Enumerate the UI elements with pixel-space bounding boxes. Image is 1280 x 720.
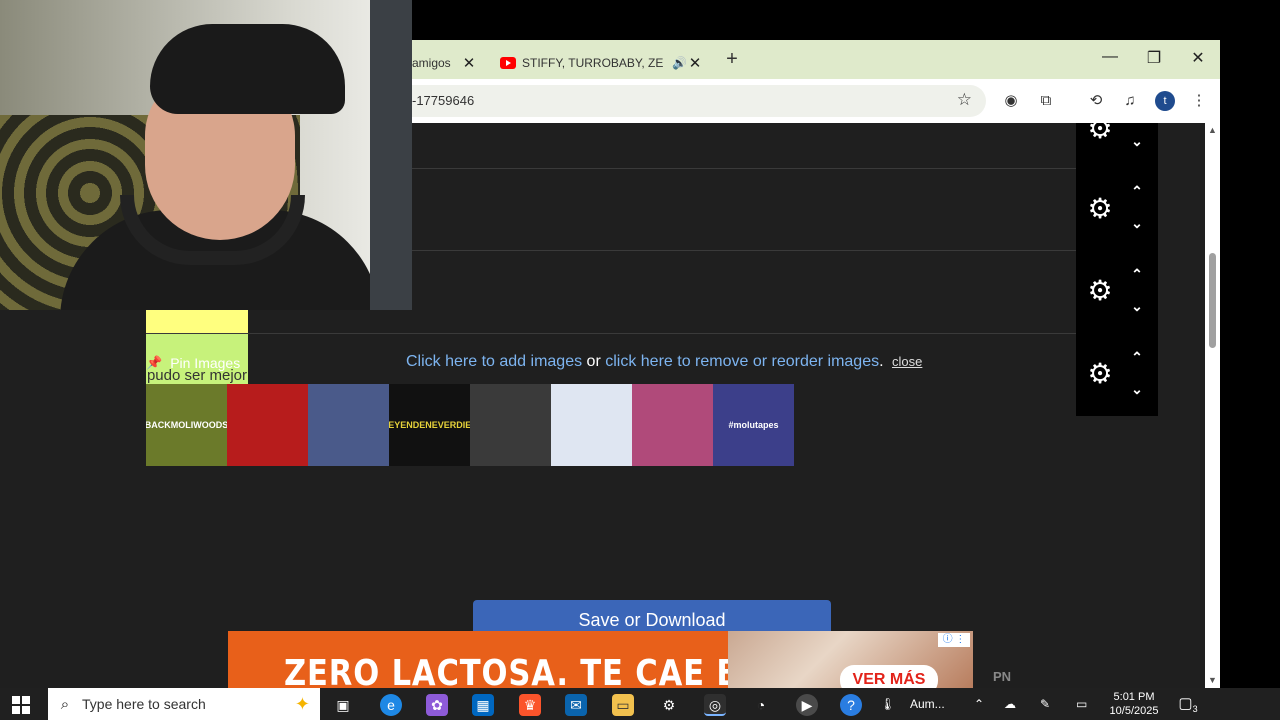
image-tray: BACKMOLIWOODS LEYENDENEVERDIE2 #molutape… — [146, 384, 794, 466]
tab-youtube[interactable]: STIFFY, TURROBABY, ZELL, / 🔊 ✕ — [494, 46, 716, 79]
clock-date: 10/5/2025 — [1109, 705, 1159, 717]
chevron-up-icon[interactable]: ⌃ — [1126, 349, 1148, 365]
ad-banner[interactable]: ZERO LACTOSA. TE CAE BIEN VER MÁS ⓘ ⋮ — [228, 631, 973, 688]
task-view-icon[interactable]: ▣ — [332, 694, 354, 716]
help-icon[interactable]: ? — [840, 694, 862, 716]
scrollbar-thumb[interactable] — [1209, 253, 1216, 348]
audio-playing-icon[interactable]: 🔊 — [672, 56, 687, 70]
page-scrollbar[interactable]: ▲ ▼ — [1205, 123, 1220, 688]
tier-controls: ⚙ ⌄ ⚙ ⌃ ⌄ ⚙ ⌃ ⌄ ⚙ ⌃ ⌄ — [1076, 123, 1158, 416]
chevron-down-icon[interactable]: ⌄ — [1126, 381, 1148, 397]
chevron-up-icon[interactable]: ⌃ — [1126, 183, 1148, 199]
chevron-up-icon[interactable]: ⌃ — [1126, 266, 1148, 282]
pin-icon: 📌 — [146, 355, 163, 370]
brave-icon[interactable]: ♛ — [519, 694, 541, 716]
thumb-label: LEYENDENEVERDIE2 — [389, 420, 470, 430]
search-placeholder: Type here to search — [82, 696, 206, 712]
url-text: -17759646 — [412, 93, 475, 108]
store-icon[interactable]: ▦ — [472, 694, 494, 716]
file-explorer-icon[interactable]: ▭ — [612, 694, 634, 716]
close-tab-icon[interactable]: ✕ — [460, 54, 478, 72]
pin-images-label: Pin Images — [170, 355, 241, 371]
camera-recorder-icon[interactable]: ◔ — [750, 694, 772, 716]
ad-cta-button[interactable]: VER MÁS — [840, 665, 938, 688]
image-thumb[interactable]: BACKMOLIWOODS — [146, 384, 227, 466]
system-clock[interactable]: 5:01 PM 10/5/2025 — [1104, 690, 1164, 718]
taskbar-search[interactable]: ⌕ Type here to search ✦ — [48, 688, 320, 720]
tab-amigos[interactable]: amigos ✕ — [412, 46, 488, 79]
thumb-label: #molutapes — [728, 420, 779, 430]
period-text: . — [879, 353, 884, 370]
image-thumb[interactable] — [632, 384, 713, 466]
scroll-down-arrow-icon[interactable]: ▼ — [1207, 675, 1218, 685]
gear-icon[interactable]: ⚙ — [1086, 195, 1114, 223]
image-thumb[interactable] — [308, 384, 389, 466]
performance-icon[interactable]: ⟲ — [1086, 91, 1106, 111]
restore-button[interactable]: ❐ — [1134, 48, 1174, 68]
remove-images-link[interactable]: click here to remove or reorder images — [605, 353, 879, 370]
search-icon: ⌕ — [60, 695, 70, 713]
menu-kebab-icon[interactable]: ⋮ — [1189, 91, 1209, 111]
extensions-puzzle-icon[interactable]: ⧉ — [1036, 91, 1056, 111]
image-thumb[interactable] — [227, 384, 308, 466]
edge-icon[interactable]: e — [380, 694, 402, 716]
page-text-fragment: PN — [993, 669, 1012, 684]
gear-icon[interactable]: ⚙ — [1086, 123, 1114, 143]
close-window-button[interactable]: ✕ — [1178, 48, 1218, 68]
webcam-edge — [370, 0, 412, 310]
chevron-down-icon[interactable]: ⌄ — [1126, 215, 1148, 231]
outlook-icon[interactable]: ✉ — [565, 694, 587, 716]
show-hidden-icons-chevron-icon[interactable]: ⌃ — [974, 688, 984, 720]
pen-icon[interactable]: ✎ — [1040, 688, 1050, 720]
translate-extension-icon[interactable]: ◉ — [1001, 91, 1021, 111]
image-thumb[interactable]: LEYENDENEVERDIE2 — [389, 384, 470, 466]
tier-label[interactable] — [146, 309, 248, 334]
image-thumb[interactable] — [551, 384, 632, 466]
pin-images-toggle[interactable]: 📌 Pin Images — [146, 355, 240, 371]
webcam-overlay — [0, 0, 412, 310]
profile-avatar[interactable]: t — [1155, 91, 1175, 111]
onedrive-icon[interactable]: ☁ — [1004, 688, 1016, 720]
media-player-icon[interactable]: ▶ — [796, 694, 818, 716]
add-images-link[interactable]: Click here to add images — [406, 353, 582, 370]
tab-title: amigos — [412, 55, 451, 70]
desktop: amigos ✕ STIFFY, TURROBABY, ZELL, / 🔊 ✕ … — [0, 0, 1280, 720]
or-text: or — [582, 353, 606, 370]
notification-count: 3 — [1192, 704, 1198, 714]
youtube-icon — [500, 56, 516, 69]
webcam-person-cap — [150, 24, 345, 114]
image-thumb[interactable]: #molutapes — [713, 384, 794, 466]
windows-taskbar: ⌕ Type here to search ✦ ▣ e ✿ ▦ ♛ ✉ ▭ ⚙ … — [0, 688, 1280, 720]
ad-headline: ZERO LACTOSA. TE CAE BIEN — [284, 653, 802, 688]
display-icon[interactable]: ▭ — [1076, 688, 1087, 720]
thumb-label: BACKMOLIWOODS — [146, 420, 227, 430]
close-link[interactable]: close — [892, 354, 922, 369]
tray-label[interactable]: Aum... — [910, 688, 945, 720]
windows-start-icon[interactable] — [12, 696, 30, 714]
notifications-icon[interactable]: ▢3 — [1178, 694, 1198, 714]
image-thumb[interactable] — [470, 384, 551, 466]
scroll-up-arrow-icon[interactable]: ▲ — [1207, 125, 1218, 135]
gear-icon[interactable]: ⚙ — [1086, 277, 1114, 305]
chrome-icon[interactable]: ◎ — [704, 694, 726, 716]
tab-title: STIFFY, TURROBABY, ZELL, / — [522, 55, 664, 70]
minimize-button[interactable]: — — [1090, 48, 1130, 66]
settings-gear-icon[interactable]: ⚙ — [658, 694, 680, 716]
bookmark-star-icon[interactable]: ☆ — [957, 90, 972, 110]
new-tab-button[interactable]: + — [722, 48, 742, 71]
clock-time: 5:01 PM — [1113, 691, 1155, 703]
media-control-icon[interactable]: ♫ — [1120, 91, 1140, 111]
gear-icon[interactable]: ⚙ — [1086, 360, 1114, 388]
temperature-icon[interactable]: 🌡 — [880, 688, 895, 720]
address-bar[interactable]: -17759646 ☆ — [412, 85, 986, 117]
chevron-down-icon[interactable]: ⌄ — [1126, 133, 1148, 149]
copilot-sparkle-icon[interactable]: ✦ — [295, 694, 310, 715]
close-tab-icon[interactable]: ✕ — [686, 54, 704, 72]
image-links: Click here to add images or click here t… — [406, 353, 922, 371]
adchoices-icon[interactable]: ⓘ ⋮ — [938, 633, 970, 647]
copilot-icon[interactable]: ✿ — [426, 694, 448, 716]
chevron-down-icon[interactable]: ⌄ — [1126, 298, 1148, 314]
